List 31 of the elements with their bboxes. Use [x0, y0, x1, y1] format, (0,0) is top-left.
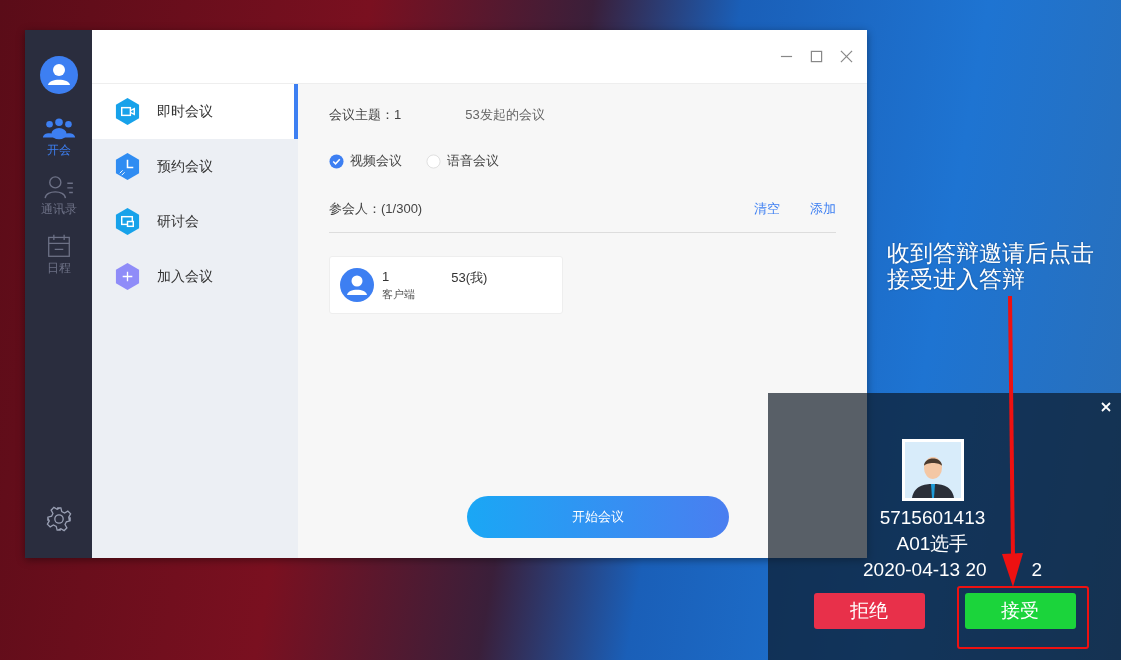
menu-item[interactable]: 加入会议: [92, 249, 298, 304]
menu-item[interactable]: 即时会议: [92, 84, 298, 139]
nav-rail-item[interactable]: 开会: [41, 116, 76, 159]
menu-item[interactable]: 预约会议: [92, 139, 298, 194]
participants-label: 参会人：(1/300): [329, 200, 423, 218]
people-icon: [41, 116, 76, 140]
topic-label: 会议主题：1: [329, 106, 402, 124]
menu-item[interactable]: 研讨会: [92, 194, 298, 249]
caller-number: 5715601413: [879, 506, 986, 530]
participant-name: 1: [382, 268, 390, 286]
radio-option[interactable]: 视频会议: [329, 152, 402, 170]
maximize-icon[interactable]: [810, 50, 823, 63]
start-meeting-button[interactable]: 开始会议: [466, 496, 729, 538]
annotation-text: 接受进入答辩: [887, 266, 1026, 292]
settings-icon[interactable]: [45, 506, 72, 532]
person-silhouette-icon: [901, 439, 964, 501]
radio-option[interactable]: 语音会议: [426, 152, 499, 170]
action-link[interactable]: 清空: [754, 200, 780, 218]
avatar-icon: [340, 268, 374, 302]
nav-rail-item[interactable]: 通讯录: [40, 175, 77, 218]
topic-text: 53发起的会议: [465, 106, 545, 124]
invite-time: 2020-04-13 20: [863, 558, 987, 582]
annotation-text: 收到答辩邀请后点击: [887, 240, 1094, 266]
avatar-icon[interactable]: [39, 56, 78, 94]
caller-role: A01选手: [896, 532, 969, 556]
decline-button[interactable]: 拒绝: [813, 593, 925, 629]
action-link[interactable]: 添加: [810, 200, 836, 218]
participant-role: 客户端: [382, 286, 416, 302]
participant-name: 53(我): [451, 268, 488, 287]
nav-rail-item[interactable]: 日程: [41, 234, 76, 277]
invite-time: 2: [1031, 558, 1043, 582]
